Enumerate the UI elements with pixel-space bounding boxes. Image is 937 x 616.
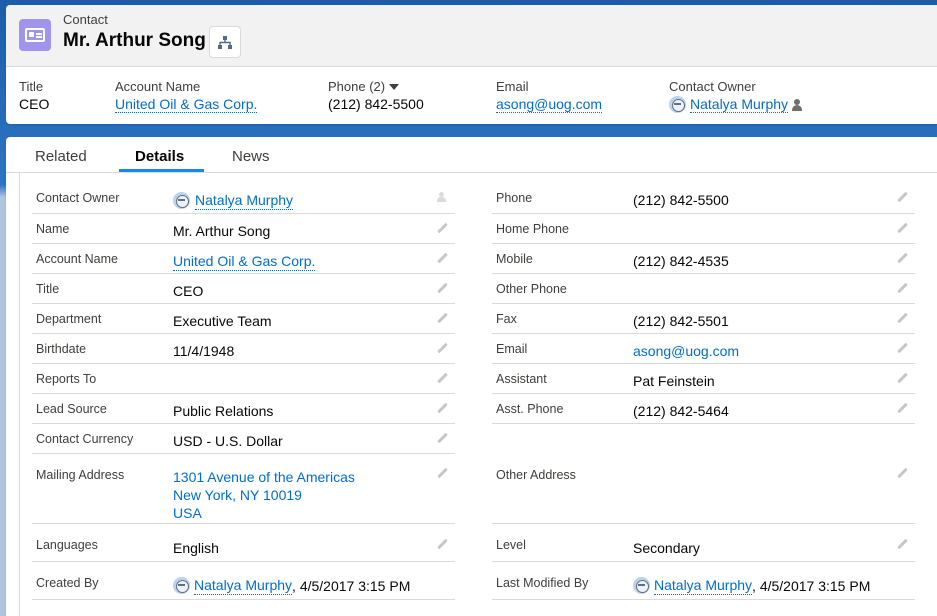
edit-pencil-icon[interactable] [897, 253, 907, 263]
field-asst-phone: Asst. Phone (212) 842-5464 [492, 394, 915, 424]
highlight-title: Title CEO [19, 79, 50, 112]
record-title: Mr. Arthur Song [63, 30, 206, 51]
avatar [669, 96, 686, 113]
header-top: Contact Mr. Arthur Song [6, 5, 937, 67]
edit-pencil-icon[interactable] [437, 403, 447, 413]
field-email: Email asong@uog.com [492, 334, 915, 364]
avatar [173, 192, 190, 209]
object-type-label: Contact [63, 12, 108, 27]
edit-pencil-icon[interactable] [897, 283, 907, 293]
field-other-phone: Other Phone [492, 274, 915, 304]
highlight-email: Email asong@uog.com [496, 79, 603, 113]
edit-pencil-icon[interactable] [437, 223, 447, 233]
field-birthdate: Birthdate 11/4/1948 [32, 334, 455, 364]
field-last-modified-by: Last Modified By Natalya Murphy, 4/5/201… [492, 562, 915, 600]
contact-owner-link[interactable]: Natalya Murphy [195, 191, 294, 210]
field-created-by: Created By Natalya Murphy, 4/5/2017 3:15… [32, 562, 455, 600]
field-reports-to: Reports To [32, 364, 455, 394]
account-name-link[interactable]: United Oil & Gas Corp. [115, 96, 258, 113]
phone-dropdown[interactable]: Phone (2) [328, 79, 424, 94]
tab-details[interactable]: Details [135, 148, 184, 165]
edit-pencil-icon[interactable] [437, 283, 447, 293]
highlight-account-name: Account Name United Oil & Gas Corp. [115, 79, 258, 113]
highlight-phone: Phone (2) (212) 842-5500 [328, 79, 424, 112]
edit-pencil-icon[interactable] [437, 373, 447, 383]
hierarchy-icon [218, 35, 232, 49]
edit-pencil-icon[interactable] [437, 343, 447, 353]
chevron-down-icon [389, 83, 400, 90]
field-mobile: Mobile (212) 842-4535 [492, 244, 915, 274]
tab-news[interactable]: News [232, 148, 270, 165]
edit-pencil-icon[interactable] [437, 539, 447, 549]
field-languages: Languages English [32, 524, 455, 562]
edit-pencil-icon[interactable] [897, 373, 907, 383]
tab-bar: Related Details News [6, 137, 937, 173]
edit-pencil-icon[interactable] [897, 313, 907, 323]
field-phone: Phone (212) 842-5500 [492, 183, 915, 214]
edit-pencil-icon[interactable] [897, 343, 907, 353]
field-title: Title CEO [32, 274, 455, 304]
edit-pencil-icon[interactable] [437, 253, 447, 263]
field-account-name: Account Name United Oil & Gas Corp. [32, 244, 455, 274]
right-field-column: Phone (212) 842-5500 Home Phone Mobile (… [492, 183, 915, 600]
field-level: Level Secondary [492, 524, 915, 562]
field-contact-owner: Contact Owner Natalya Murphy [32, 183, 455, 214]
highlight-contact-owner: Contact Owner Natalya Murphy [669, 79, 804, 113]
field-name: Name Mr. Arthur Song [32, 214, 455, 244]
field-department: Department Executive Team [32, 304, 455, 334]
field-lead-source: Lead Source Public Relations [32, 394, 455, 424]
record-header: Contact Mr. Arthur Song Title CEO Accoun… [6, 5, 937, 124]
active-tab-indicator [119, 169, 204, 172]
created-by-link[interactable]: Natalya Murphy [194, 576, 293, 595]
view-hierarchy-button[interactable] [209, 26, 241, 58]
account-name-link[interactable]: United Oil & Gas Corp. [173, 252, 316, 271]
edit-pencil-icon[interactable] [437, 433, 447, 443]
field-contact-currency: Contact Currency USD - U.S. Dollar [32, 424, 455, 454]
edit-pencil-icon[interactable] [437, 468, 447, 478]
change-owner-icon[interactable] [792, 98, 804, 111]
tab-related[interactable]: Related [35, 148, 87, 165]
field-other-address: Other Address [492, 424, 915, 524]
field-fax: Fax (212) 842-5501 [492, 304, 915, 334]
edit-pencil-icon[interactable] [897, 468, 907, 478]
left-field-column: Contact Owner Natalya Murphy Name Mr. Ar… [32, 183, 455, 600]
edit-pencil-icon[interactable] [437, 313, 447, 323]
change-owner-icon[interactable] [437, 192, 447, 203]
last-modified-by-link[interactable]: Natalya Murphy [654, 576, 753, 595]
details-section: Contact Owner Natalya Murphy Name Mr. Ar… [19, 173, 932, 616]
detail-panel: Related Details News Contact Owner Natal… [6, 137, 937, 616]
edit-pencil-icon[interactable] [897, 539, 907, 549]
email-link[interactable]: asong@uog.com [633, 342, 739, 360]
field-mailing-address: Mailing Address 1301 Avenue of the Ameri… [32, 454, 455, 524]
mailing-address-link[interactable]: 1301 Avenue of the Americas New York, NY… [173, 468, 355, 522]
email-link[interactable]: asong@uog.com [496, 96, 603, 113]
avatar [633, 577, 650, 594]
field-assistant: Assistant Pat Feinstein [492, 364, 915, 394]
edit-pencil-icon[interactable] [897, 223, 907, 233]
avatar [173, 577, 190, 594]
contact-card-icon [19, 19, 51, 51]
edit-pencil-icon[interactable] [897, 192, 907, 202]
field-home-phone: Home Phone [492, 214, 915, 244]
edit-pencil-icon[interactable] [897, 403, 907, 413]
owner-link[interactable]: Natalya Murphy [690, 96, 789, 113]
